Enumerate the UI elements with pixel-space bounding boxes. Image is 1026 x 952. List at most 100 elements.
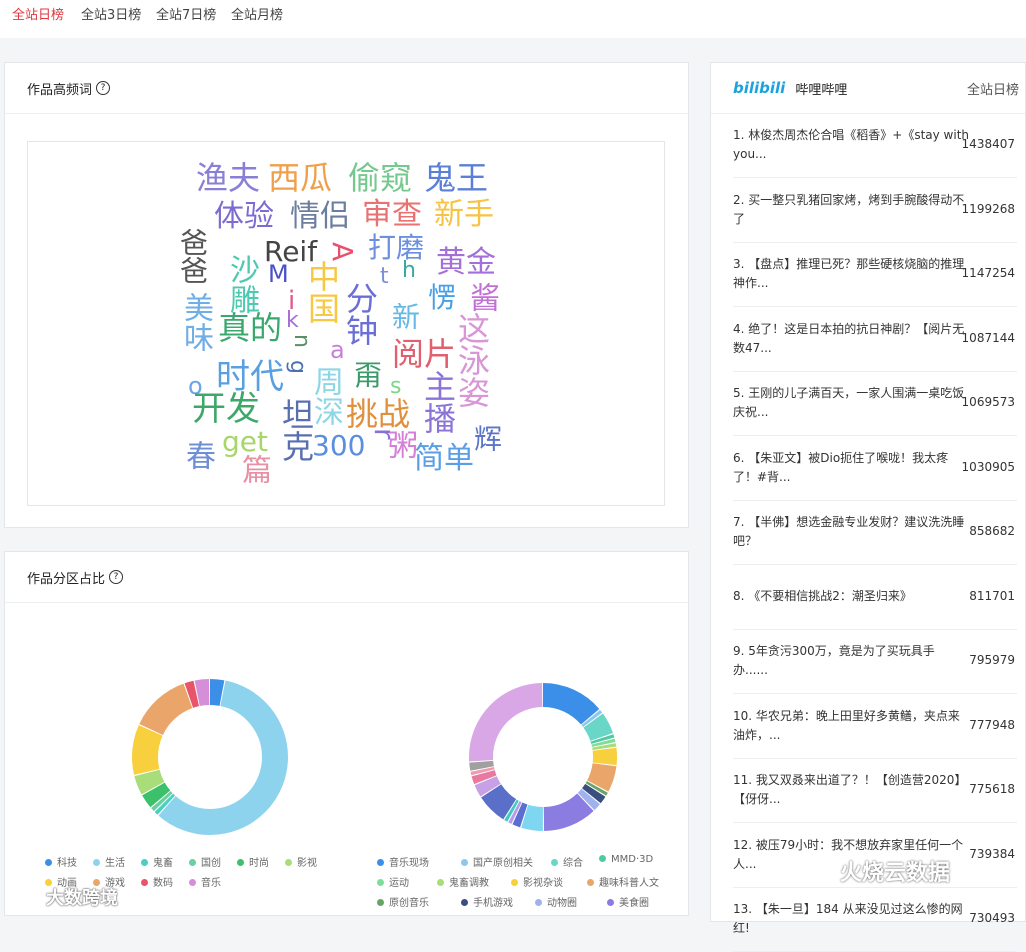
legend-item[interactable]: MMD·3D [599, 854, 653, 865]
wordcloud-card: 作品高频词 ? 渔夫 西瓜 偷窥 鬼王 体验 情侣 审查 新手 爸爸 Reif A 打磨 黄金 沙雕 Mh t… [4, 62, 689, 528]
cloud-word: k [286, 308, 299, 333]
legend-item[interactable]: 影视杂谈 [511, 874, 563, 889]
cloud-word: 主播 [419, 370, 457, 434]
legend-dot-icon [377, 879, 384, 886]
cloud-word: 体验 [214, 199, 274, 234]
rank-row[interactable]: 2. 买一整只乳猪回家烤，烤到手腕酸得动不了 1199268 [733, 178, 1017, 243]
rank-row[interactable]: 11. 我又双叒来出道了？！【创造营2020】【伢伢... 775618 [733, 758, 1017, 823]
legend-item[interactable]: 音乐现场 [377, 854, 429, 869]
tab-daily[interactable]: 全站日榜 [12, 4, 64, 23]
rank-title[interactable]: 2. 买一整只乳猪回家烤，烤到手腕酸得动不了 [733, 191, 969, 229]
legend-dot-icon [607, 899, 614, 906]
legend-dot-icon [237, 859, 244, 866]
rank-count: 1069573 [961, 395, 1015, 409]
legend-dot-icon [141, 879, 148, 886]
rank-count: 777948 [969, 717, 1015, 732]
rank-title[interactable]: 5. 王刚的儿子满百天，一家人围满一桌吃饭庆祝... [733, 384, 969, 422]
rank-title[interactable]: 13. 【朱一旦】184 从来没见过这么惨的网红! [733, 900, 969, 938]
cloud-word: 分钟 [341, 282, 379, 346]
cloud-word: 偷窥 [348, 159, 413, 197]
legend-item[interactable]: 动物圈 [535, 894, 577, 909]
rank-title[interactable]: 9. 5年贪污300万，竟是为了买玩具手办...... [733, 642, 969, 680]
rank-row[interactable]: 9. 5年贪污300万，竟是为了买玩具手办...... 795979 [733, 629, 1017, 694]
rank-title[interactable]: 1. 林俊杰周杰伦合唱《稻香》+《stay with you... [733, 126, 969, 164]
rank-platform: 哔哩哔哩 [795, 82, 848, 98]
cloud-word: 美味 [178, 292, 213, 352]
legend-dot-icon [535, 899, 542, 906]
rank-row[interactable]: 6. 【朱亚文】被Dio扼住了喉咙！我太疼了！#背... 1030905 [733, 436, 1017, 501]
rank-row[interactable]: 1. 林俊杰周杰伦合唱《稻香》+《stay with you... 1438407 [733, 113, 1017, 178]
legend-item[interactable]: 鬼畜调教 [437, 874, 489, 889]
rank-row[interactable]: 7. 【半佛】想选金融专业发财？建议洗洗睡吧？ 858682 [733, 500, 1017, 565]
legend-item[interactable]: 运动 [377, 874, 409, 889]
rank-row[interactable]: 8. 《不要相信挑战2：潮圣归来》 811701 [733, 565, 1017, 630]
legend-item[interactable]: 生活 [93, 854, 125, 869]
cloud-word: get [222, 425, 268, 458]
cloud-word: n [289, 334, 314, 348]
rank-title[interactable]: 11. 我又双叒来出道了？！【创造营2020】【伢伢... [733, 771, 969, 809]
pie-title: 作品分区占比 [27, 571, 106, 587]
cloud-word: 300 [312, 429, 366, 462]
legend-dot-icon [45, 859, 52, 866]
top-tab-bar: 全站日榜 全站3日榜 全站7日榜 全站月榜 [0, 0, 1026, 38]
legend-item[interactable]: 国创 [189, 854, 221, 869]
cloud-word: 情侣 [290, 199, 350, 234]
tab-3day[interactable]: 全站3日榜 [81, 4, 141, 23]
rank-title[interactable]: 4. 绝了！这是日本拍的抗日神剧？【阅片无数47... [733, 320, 969, 358]
rank-row[interactable]: 4. 绝了！这是日本拍的抗日神剧？【阅片无数47... 1087144 [733, 307, 1017, 372]
cloud-word: 西瓜 [268, 159, 333, 197]
cloud-word: A [326, 242, 359, 262]
rank-title[interactable]: 10. 华农兄弟：晚上田里好多黄鳝，夹点来油炸，... [733, 707, 969, 745]
cloud-word: 这泳姿 [453, 312, 491, 408]
cloud-word: 黄金 [436, 245, 496, 280]
cloud-word: 挑战 [346, 395, 411, 433]
legend-item[interactable]: 手机游戏 [461, 894, 513, 909]
cloud-word: M [268, 260, 289, 288]
legend-item[interactable]: 综合 [551, 854, 583, 869]
cloud-word: g [285, 360, 310, 374]
help-icon[interactable]: ? [109, 570, 124, 584]
legend-item[interactable]: 美食圈 [607, 894, 649, 909]
rank-count: 1199268 [961, 201, 1015, 216]
rank-row[interactable]: 3. 【盘点】推理已死？那些硬核烧脑的推理神作... 1147254 [733, 242, 1017, 307]
rank-card: bilibili 哔哩哔哩 全站日榜 1. 林俊杰周杰伦合唱《稻香》+《stay… [710, 62, 1026, 952]
rank-count: 775618 [969, 782, 1015, 796]
cloud-word: 鬼王 [424, 159, 489, 197]
legend-item[interactable]: 鬼畜 [141, 854, 173, 869]
tab-monthly[interactable]: 全站月榜 [231, 4, 283, 23]
help-icon[interactable]: ? [96, 81, 111, 95]
legend-dot-icon [93, 859, 100, 866]
rank-row[interactable]: 10. 华农兄弟：晚上田里好多黄鳝，夹点来油炸，... 777948 [733, 694, 1017, 759]
cloud-word: 爸爸 [176, 228, 209, 284]
rank-row[interactable]: 13. 【朱一旦】184 从来没见过这么惨的网红! 730493 [733, 887, 1017, 952]
legend-dot-icon [599, 855, 606, 862]
rank-title[interactable]: 8. 《不要相信挑战2：潮圣归来》 [733, 587, 969, 606]
rank-title[interactable]: 3. 【盘点】推理已死？那些硬核烧脑的推理神作... [733, 255, 969, 293]
rank-title[interactable]: 6. 【朱亚文】被Dio扼住了喉咙！我太疼了！#背... [733, 449, 969, 487]
rank-scope[interactable]: 全站日榜 [967, 79, 1019, 98]
pie-header: 作品分区占比 ? [5, 552, 688, 603]
legend-right: 音乐现场 国产原创相关 综合 MMD·3D 运动 鬼畜调教 影视杂谈 趣味科普人文原创音乐 手机… [377, 854, 677, 914]
legend-item[interactable]: 时尚 [237, 854, 269, 869]
legend-item[interactable]: 国产原创相关 [461, 854, 533, 869]
wordcloud-title: 作品高频词 [27, 82, 93, 98]
cloud-word: 甭 [354, 359, 383, 392]
legend-dot-icon [189, 879, 196, 886]
cloud-word: 审查 [362, 197, 422, 232]
legend-item[interactable]: 影视 [285, 854, 317, 869]
rank-row[interactable]: 5. 王刚的儿子满百天，一家人围满一桌吃饭庆祝... 1069573 [733, 371, 1017, 436]
tab-7day[interactable]: 全站7日榜 [156, 4, 216, 23]
cloud-word: 新 [388, 302, 421, 330]
legend-item[interactable]: 音乐 [189, 874, 221, 889]
cloud-word: 开发 [192, 389, 260, 429]
legend-item[interactable]: 科技 [45, 854, 77, 869]
legend-item[interactable]: 趣味科普人文 [587, 874, 659, 889]
cloud-word: h [402, 258, 416, 283]
legend-item[interactable]: 数码 [141, 874, 173, 889]
rank-count: 1438407 [961, 137, 1015, 151]
legend-dot-icon [437, 879, 444, 886]
rank-title[interactable]: 7. 【半佛】想选金融专业发财？建议洗洗睡吧？ [733, 513, 969, 551]
legend-dot-icon [511, 879, 518, 886]
cloud-word: 新手 [434, 197, 494, 232]
legend-item[interactable]: 原创音乐 [377, 894, 429, 909]
